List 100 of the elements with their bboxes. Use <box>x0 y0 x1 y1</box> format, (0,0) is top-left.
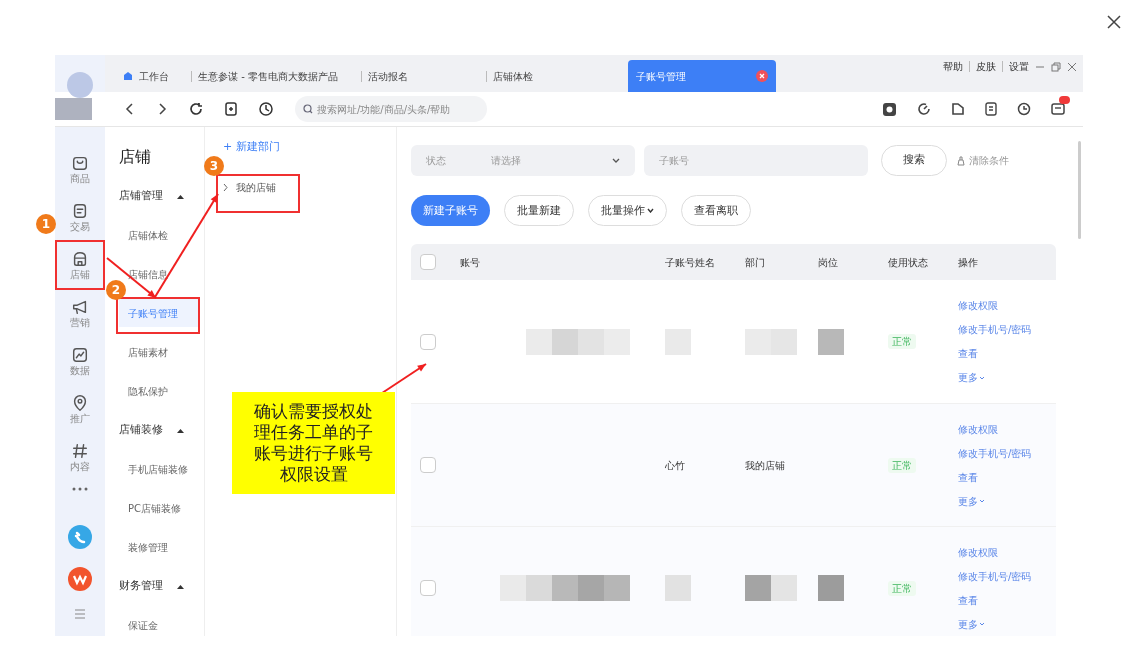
close-tab-icon[interactable] <box>756 70 768 82</box>
operation-link[interactable]: 修改手机号/密码 <box>958 322 1032 337</box>
dial-icon[interactable] <box>917 102 931 116</box>
operation-link[interactable]: 修改手机号/密码 <box>958 445 1032 461</box>
status-tag: 正常 <box>888 457 916 473</box>
app-icon[interactable] <box>68 525 92 549</box>
redaction-mosaic <box>818 328 844 355</box>
tab[interactable]: 子账号管理 <box>628 60 776 92</box>
redaction-mosaic <box>665 575 691 601</box>
status-tag: 正常 <box>888 580 916 596</box>
table-cell: 我的店铺 <box>745 459 785 471</box>
close-icon[interactable] <box>1107 15 1121 29</box>
location-pin-icon <box>71 394 89 412</box>
restore-icon[interactable] <box>1051 61 1061 72</box>
folder-icon[interactable] <box>951 102 965 116</box>
title-link[interactable]: 帮助 <box>943 59 963 74</box>
megaphone-icon <box>71 298 89 316</box>
menu-item[interactable]: 装修管理 <box>119 533 200 561</box>
clear-filters-link[interactable]: 清除条件 <box>956 153 1009 168</box>
highlight-frame <box>55 240 105 290</box>
message-icon[interactable] <box>1051 102 1065 116</box>
tab[interactable]: 生意参谋 - 零售电商大数据产品 <box>183 60 353 92</box>
action-button[interactable]: 批量新建 <box>504 195 574 226</box>
column-header: 岗位 <box>818 255 839 270</box>
search-icon <box>303 104 313 114</box>
search-field[interactable]: 搜索网址/功能/商品/头条/帮助 <box>295 96 487 122</box>
nav-rail-item[interactable]: 数据 <box>58 339 102 383</box>
redaction-mosaic <box>745 328 797 355</box>
history-icon[interactable] <box>259 102 273 116</box>
row-checkbox[interactable] <box>420 333 436 350</box>
menu-item[interactable]: 子账号管理 <box>119 299 200 327</box>
more-icon[interactable] <box>72 487 88 491</box>
menu-item[interactable]: 店铺素材 <box>119 338 200 366</box>
column-header: 操作 <box>958 255 978 270</box>
table-cell: 心竹 <box>665 459 685 471</box>
select-all-checkbox[interactable] <box>420 254 436 270</box>
action-button[interactable]: 新建子账号 <box>411 195 490 226</box>
step-badge: 1 <box>36 214 56 234</box>
menu-item[interactable]: 店铺体检 <box>119 221 200 249</box>
operation-link[interactable]: 查看 <box>958 592 1032 608</box>
shop-icon <box>71 250 89 268</box>
callout-note: 确认需要授权处理任务工单的子账号进行子账号权限设置 <box>232 392 395 494</box>
column-header: 账号 <box>460 255 481 270</box>
cube-icon[interactable] <box>882 101 897 117</box>
bookmark-icon[interactable] <box>225 102 237 116</box>
step-badge: 3 <box>204 156 224 176</box>
menu-section[interactable]: 店铺装修 <box>119 416 204 444</box>
clock-icon[interactable] <box>1017 102 1031 116</box>
nav-rail-item[interactable]: 店铺 <box>58 243 102 287</box>
home-icon <box>123 71 133 81</box>
title-link[interactable]: 皮肤 <box>976 59 996 74</box>
tab[interactable]: 工作台 <box>115 60 183 92</box>
operation-link[interactable]: 修改权限 <box>958 544 1032 560</box>
operation-link[interactable]: 修改权限 <box>958 298 1032 313</box>
operation-link[interactable]: 修改权限 <box>958 421 1032 437</box>
document-icon <box>71 202 89 220</box>
menu-item[interactable]: PC店铺装修 <box>119 494 200 522</box>
refresh-icon[interactable] <box>189 102 203 116</box>
nav-rail-item[interactable]: 营销 <box>58 291 102 335</box>
tab[interactable]: 店铺体检 <box>478 60 628 92</box>
title-link[interactable]: 设置 <box>1009 59 1029 74</box>
nav-rail-item[interactable]: 推广 <box>58 387 102 431</box>
redaction-mosaic <box>818 575 844 601</box>
nav-rail-item[interactable]: 内容 <box>58 435 102 479</box>
status-select[interactable]: 状态 请选择 <box>411 145 635 176</box>
caret-down-icon <box>979 622 985 626</box>
column-header: 部门 <box>745 255 766 270</box>
menu-item[interactable]: 保证金 <box>119 611 200 636</box>
close-window-icon[interactable] <box>1067 61 1077 72</box>
row-checkbox[interactable] <box>420 580 436 596</box>
chart-icon <box>71 346 89 364</box>
menu-section[interactable]: 店铺管理 <box>119 182 204 210</box>
tab[interactable]: 活动报名 <box>353 60 478 92</box>
account-search-field[interactable]: 子账号 <box>644 145 868 176</box>
tree-item[interactable]: 我的店铺 <box>223 179 396 195</box>
nav-rail-item[interactable]: 交易 <box>58 195 102 239</box>
operation-link[interactable]: 更多 <box>958 493 1032 509</box>
caret-down-icon <box>979 499 985 503</box>
app-icon[interactable] <box>68 567 92 591</box>
action-button[interactable]: 批量操作 <box>588 195 667 226</box>
menu-item[interactable]: 隐私保护 <box>119 377 200 405</box>
redaction-mosaic <box>745 575 797 601</box>
back-icon[interactable] <box>125 103 135 115</box>
menu-item[interactable]: 手机店铺装修 <box>119 455 200 483</box>
row-checkbox[interactable] <box>420 457 436 473</box>
operation-link[interactable]: 更多 <box>958 616 1032 632</box>
column-header: 子账号姓名 <box>665 255 716 270</box>
caret-down-icon <box>647 208 654 213</box>
menu-section[interactable]: 财务管理 <box>119 572 204 600</box>
operation-link[interactable]: 修改手机号/密码 <box>958 568 1032 584</box>
search-button[interactable]: 搜索 <box>881 145 947 176</box>
operation-link[interactable]: 查看 <box>958 346 1032 361</box>
forward-icon[interactable] <box>157 103 167 115</box>
operation-link[interactable]: 更多 <box>958 370 1032 385</box>
list-icon[interactable] <box>985 102 997 116</box>
hash-icon <box>71 442 89 460</box>
action-button[interactable]: 查看离职 <box>681 195 751 226</box>
operation-link[interactable]: 查看 <box>958 469 1032 485</box>
nav-rail-item[interactable]: 商品 <box>58 147 102 191</box>
new-department-link[interactable]: + 新建部门 <box>223 139 396 156</box>
